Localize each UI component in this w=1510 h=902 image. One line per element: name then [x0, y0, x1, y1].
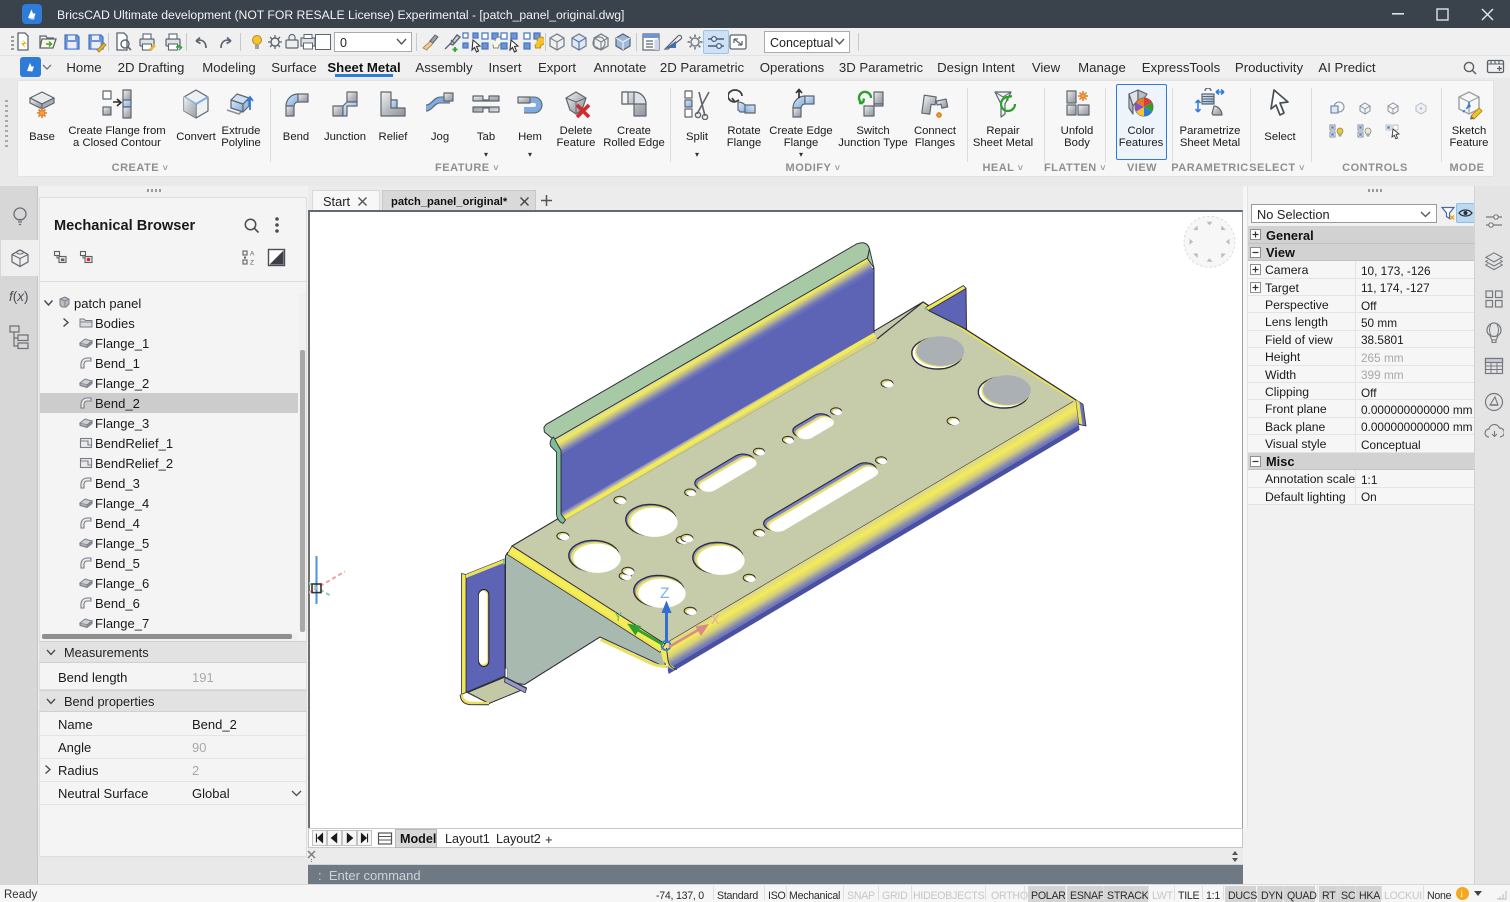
svg-text:Y: Y [614, 610, 623, 626]
svg-text:A: A [250, 251, 255, 258]
svg-text:Z: Z [660, 585, 670, 603]
svg-text:Z: Z [250, 260, 254, 267]
svg-text:X: X [711, 613, 720, 629]
